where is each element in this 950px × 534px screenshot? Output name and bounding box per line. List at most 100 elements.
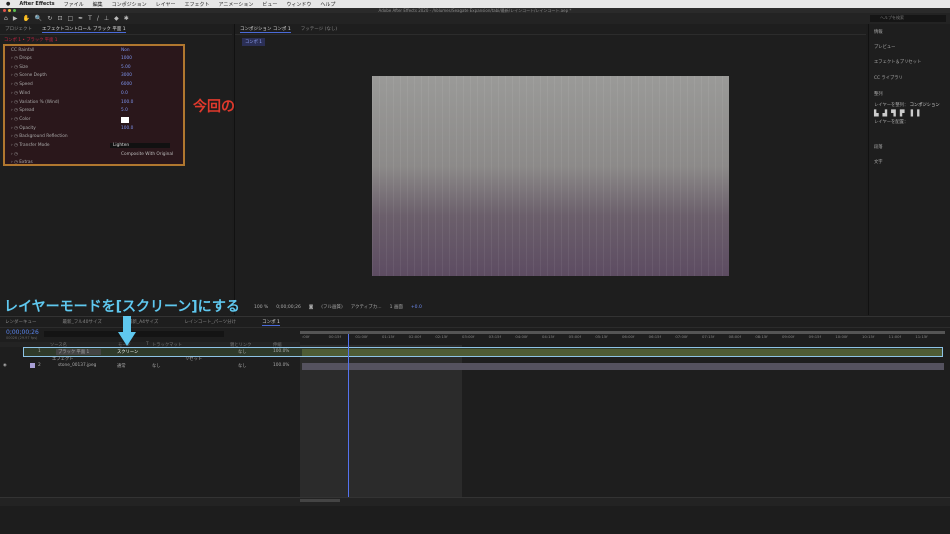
tab-composition[interactable]: コンポジション コンポ 1 — [240, 26, 291, 33]
effect-prop-row[interactable]: › ◷ Variation % (Wind) — [11, 100, 59, 108]
apple-icon[interactable]: ● — [6, 1, 10, 7]
rotate-tool-icon[interactable]: ↻ — [47, 15, 52, 22]
rect-tool-icon[interactable]: □ — [67, 15, 73, 22]
puppet-tool-icon[interactable]: ✱ — [124, 15, 129, 22]
effect-prop-row[interactable]: › ◷ Wind — [11, 91, 30, 99]
menu-edit[interactable]: 編集 — [93, 1, 103, 8]
zoom-button[interactable] — [13, 9, 16, 12]
effect-prop-row[interactable]: › ◷ Size — [11, 65, 28, 73]
effect-prop-row[interactable]: › ◷ Scene Depth — [11, 73, 47, 81]
effect-prop-value[interactable]: 5.0 — [121, 108, 128, 113]
hand-tool-icon[interactable]: ✋ — [22, 15, 29, 22]
menu-animation[interactable]: アニメーション — [219, 1, 254, 8]
layer-2-mode-select[interactable]: 通常 — [117, 363, 126, 369]
eraser-tool-icon[interactable]: ◆ — [114, 15, 119, 22]
brush-tool-icon[interactable]: / — [97, 15, 99, 22]
layer-2-stretch[interactable]: 100.0% — [273, 363, 289, 368]
timeline-footer — [0, 497, 950, 506]
layer-bar-2[interactable] — [302, 363, 944, 370]
tab-comp-full40[interactable]: 最新_フル40サイズ — [63, 319, 102, 325]
menu-composition[interactable]: コンポジション — [112, 1, 147, 8]
menu-effect[interactable]: エフェクト — [185, 1, 210, 8]
align-to-select[interactable]: コンポジション — [910, 103, 940, 108]
layer-2-matte-select[interactable]: なし — [152, 363, 161, 369]
tab-render-queue[interactable]: レンダーキュー — [5, 319, 37, 325]
align-buttons[interactable]: ▙▟▜▛▐▌ — [874, 110, 926, 117]
menu-app[interactable]: After Effects — [19, 1, 54, 7]
effect-prop-row[interactable]: › ◷ — [11, 152, 18, 160]
resolution-select[interactable]: (フル画質) — [321, 304, 343, 310]
effect-prop-row[interactable]: › ◷ Color — [11, 117, 30, 125]
effect-prop-value[interactable]: 0.0 — [121, 91, 128, 96]
effect-prop-row[interactable]: › ◷ Background Reflection — [11, 134, 68, 142]
color-swatch[interactable] — [121, 116, 129, 123]
camera-tool-icon[interactable]: ⊡ — [57, 15, 62, 22]
right-panel-item[interactable]: 情報 — [874, 29, 883, 35]
help-search-input[interactable]: ヘルプを検索 — [870, 15, 946, 22]
effect-prop-value[interactable]: 5.00 — [121, 65, 131, 70]
stamp-tool-icon[interactable]: ⊥ — [104, 15, 109, 22]
effect-prop-value[interactable]: Lighten — [110, 143, 170, 148]
zoom-slider[interactable] — [300, 499, 340, 502]
menu-layer[interactable]: レイヤー — [156, 1, 176, 8]
layer-1-effects[interactable]: エフェクト — [52, 356, 73, 362]
text-tool-icon[interactable]: T — [88, 15, 92, 22]
effect-prop-value[interactable]: Composite With Original — [121, 152, 173, 157]
snapshot-icon[interactable]: ◙ — [309, 305, 313, 310]
layer-1-stretch[interactable]: 100.0% — [273, 349, 289, 354]
effect-prop-row[interactable]: › ◷ Opacity — [11, 126, 36, 134]
layer-2-parent-select[interactable]: なし — [238, 363, 247, 369]
effect-name[interactable]: CC Rainfall — [11, 48, 34, 53]
right-panel-item[interactable]: CC ライブラリ — [874, 75, 903, 81]
layer-bar-1[interactable] — [302, 349, 942, 356]
right-panel-item[interactable]: 段落 — [874, 144, 883, 150]
layer-1-parent-select[interactable]: なし — [238, 349, 247, 355]
effect-prop-row[interactable]: › ◷ Drops — [11, 56, 32, 64]
playhead[interactable] — [348, 334, 349, 500]
selection-tool-icon[interactable]: ▶ — [13, 15, 18, 22]
menu-view[interactable]: ビュー — [262, 1, 277, 8]
pen-tool-icon[interactable]: ✒ — [78, 15, 83, 22]
menu-file[interactable]: ファイル — [64, 1, 84, 8]
right-panel-item[interactable]: 文字 — [874, 159, 883, 165]
views-select[interactable]: 1 画面 — [390, 304, 403, 310]
right-panel-item[interactable]: エフェクト＆プリセット — [874, 59, 921, 65]
camera-select[interactable]: アクティブカ... — [351, 304, 382, 310]
tab-effect-controls[interactable]: エフェクトコントロール ブラック 平面 1 — [42, 26, 126, 33]
timeline-timecode[interactable]: 0;00;00;26 — [6, 329, 39, 336]
zoom-select[interactable]: 100 % — [254, 305, 268, 310]
effect-prop-value[interactable]: 6000 — [121, 82, 132, 87]
effect-prop-value[interactable]: 100.0 — [121, 126, 133, 131]
exposure-value[interactable]: +0.0 — [411, 305, 422, 310]
effect-reset[interactable]: Non — [121, 48, 130, 53]
home-icon[interactable]: ⌂ — [4, 15, 8, 22]
tab-project[interactable]: プロジェクト — [5, 26, 32, 32]
layer-2-name[interactable]: stone_00137.jpeg — [58, 363, 96, 368]
layer-1-effects-reset[interactable]: リセット — [185, 356, 202, 362]
effect-prop-row[interactable]: › ◷ Transfer Mode — [11, 143, 50, 151]
label-color-swatch[interactable] — [30, 363, 35, 368]
tab-footage[interactable]: フッテージ (なし) — [301, 26, 337, 32]
effect-prop-value[interactable]: 1000 — [121, 56, 132, 61]
effect-prop-row[interactable]: › ◷ Extras — [11, 160, 33, 168]
effect-prop-row[interactable]: › ◷ Spread — [11, 108, 34, 116]
close-button[interactable] — [3, 9, 6, 12]
menu-help[interactable]: ヘルプ — [320, 1, 335, 8]
effect-prop-value[interactable]: 3000 — [121, 73, 132, 78]
tab-raincoat-parts[interactable]: レインコート_パーツ分け — [184, 319, 236, 325]
viewer-timecode[interactable]: 0;00;00;26 — [276, 305, 301, 310]
layer-1-name[interactable]: ブラック 平面 1 — [56, 349, 102, 355]
comp-subtab[interactable]: コンポ 1 — [242, 38, 265, 46]
zoom-tool-icon[interactable]: 🔍 — [35, 15, 42, 22]
right-panel-item[interactable]: プレビュー — [874, 44, 895, 50]
menu-window[interactable]: ウィンドウ — [286, 1, 311, 8]
effect-prop-value[interactable]: 100.0 — [121, 100, 133, 105]
stopwatch-icon[interactable]: ◷ — [14, 152, 18, 157]
minimize-button[interactable] — [8, 9, 11, 12]
layer-1-mode-select[interactable]: スクリーン — [117, 349, 138, 355]
visibility-eye-icon[interactable]: ◉ — [3, 363, 7, 368]
layer-2-number: 2 — [38, 363, 41, 368]
effect-prop-row[interactable]: › ◷ Speed — [11, 82, 33, 90]
right-panel-item[interactable]: 整列 — [874, 91, 883, 97]
tab-comp1[interactable]: コンポ 1 — [262, 319, 280, 326]
